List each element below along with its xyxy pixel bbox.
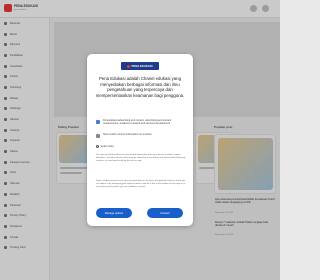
consent-paragraph-1: Your personal data will be processed and… [96,154,186,162]
learn-more-link[interactable]: Learn more [96,145,114,148]
purpose-personalised-ads: Personalised advertising and content, ad… [96,119,186,125]
dialog-logo: PENA EDUKASI [121,62,159,70]
consent-dialog: PENA EDUKASI Pena Edukasi adalah Chanel … [87,54,193,226]
ads-icon [96,119,100,124]
purpose-text: Personalised advertising and content, ad… [103,119,172,126]
logo-mark [127,64,131,68]
device-icon [96,133,100,138]
dialog-logo-text: PENA EDUKASI [131,64,153,68]
purpose-text: Store and/or access information on a dev… [103,133,152,136]
learn-more-label: Learn more [101,145,114,148]
purpose-store-access: Store and/or access information on a dev… [96,133,186,138]
chevron-icon [96,145,99,148]
consent-button[interactable]: Consent [147,208,183,218]
dialog-heading: Pena Edukasi adalah Chanel edukasi yang … [95,76,185,98]
consent-paragraph-2: Some vendors may process your personal d… [96,180,186,188]
manage-options-button[interactable]: Manage options [96,208,132,218]
